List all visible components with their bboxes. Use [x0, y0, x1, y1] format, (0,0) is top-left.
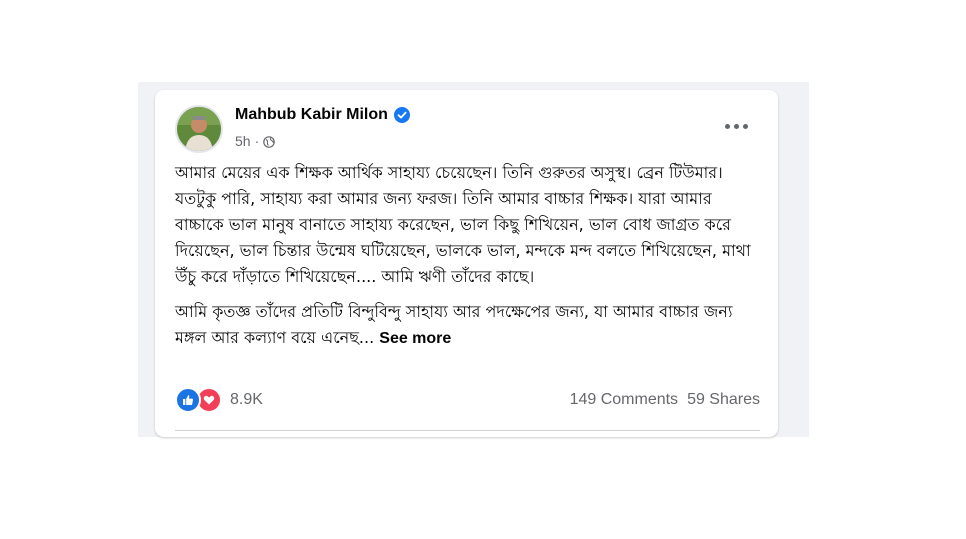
more-options-button[interactable] — [718, 112, 754, 140]
facebook-post-card: Mahbub Kabir Milon 5h · আমার মেয়ের এক শ… — [155, 90, 778, 437]
post-paragraph: আমার মেয়ের এক শিক্ষক আর্থিক সাহায্য চেয… — [175, 163, 751, 286]
post-paragraph-text: আমি কৃতজ্ঞ তাঁদের প্রতিটি বিন্দুবিন্দু স… — [175, 302, 733, 347]
reactions-summary[interactable]: 8.9K — [175, 387, 263, 413]
reaction-count: 8.9K — [230, 391, 263, 408]
see-more-link[interactable]: See more — [379, 330, 451, 347]
post-body: আমার মেয়ের এক শিক্ষক আর্থিক সাহায্য চেয… — [175, 160, 765, 361]
verified-badge-icon — [393, 107, 410, 123]
action-divider — [175, 430, 760, 431]
like-icon — [175, 387, 201, 413]
profile-photo-icon — [177, 107, 221, 151]
more-dot-icon — [733, 123, 739, 129]
meta-separator: · — [254, 133, 260, 149]
author-line: Mahbub Kabir Milon — [235, 106, 410, 124]
reaction-icons — [175, 387, 222, 413]
post-timestamp-link[interactable]: 5h — [235, 133, 251, 149]
comments-count-link[interactable]: 149 Comments — [570, 391, 679, 409]
post-paragraph: আমি কৃতজ্ঞ তাঁদের প্রতিটি বিন্দুবিন্দু স… — [175, 299, 765, 352]
globe-icon[interactable] — [263, 135, 276, 148]
shares-count-link[interactable]: 59 Shares — [687, 391, 760, 409]
more-dot-icon — [724, 123, 730, 129]
post-meta: 5h · — [235, 133, 276, 149]
author-name-link[interactable]: Mahbub Kabir Milon — [235, 106, 388, 124]
author-avatar[interactable] — [175, 105, 223, 153]
more-dot-icon — [742, 123, 748, 129]
engagement-stats: 149 Comments 59 Shares — [570, 391, 760, 409]
reactions-bar: 8.9K 149 Comments 59 Shares — [175, 386, 760, 414]
